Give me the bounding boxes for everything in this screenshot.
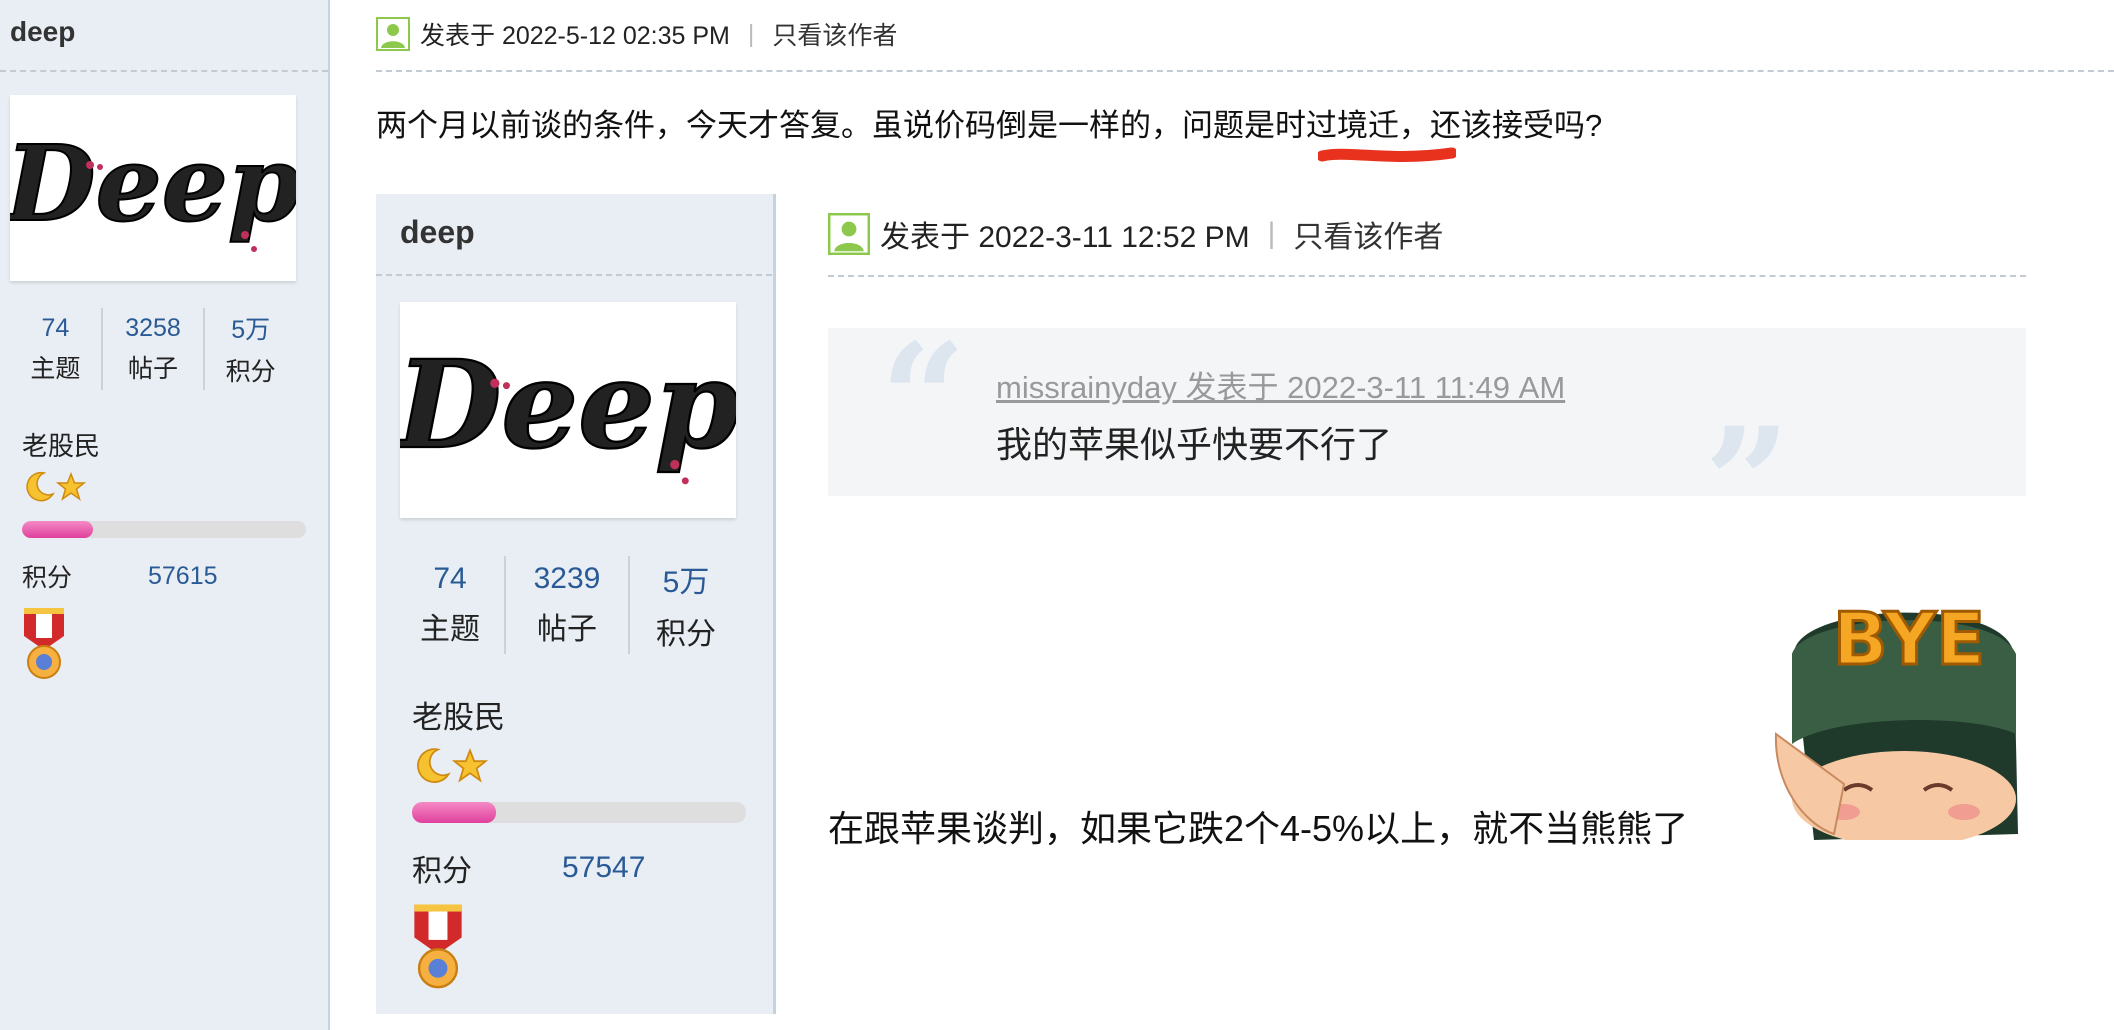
sidebar-divider	[0, 70, 328, 72]
embedded-only-author-link[interactable]: 只看该作者	[1293, 212, 1443, 256]
svg-text:Deep: Deep	[400, 335, 736, 476]
star-icon	[452, 748, 488, 783]
medal-icon[interactable]	[22, 606, 66, 682]
user-icon	[376, 17, 410, 51]
credit-row: 积分 57615	[22, 561, 218, 593]
embedded-stat-posts[interactable]: 3239 帖子	[506, 556, 630, 654]
author-username[interactable]: deep	[10, 16, 75, 48]
user-rank: 老股民	[22, 431, 101, 461]
embedded-rank-progress-bar	[412, 802, 746, 823]
highlighted-phrase: 时过境迁	[1275, 108, 1399, 143]
embedded-sidebar-divider	[376, 274, 772, 276]
quote-close-icon: ”	[1704, 395, 1791, 571]
rank-stars	[22, 470, 86, 504]
stat-threads[interactable]: 74 主题	[10, 308, 103, 390]
embedded-rank-stars	[412, 746, 488, 786]
rank-progress-bar	[22, 521, 306, 538]
rank-progress-fill	[22, 521, 93, 538]
embedded-user-rank: 老股民	[412, 700, 505, 735]
embedded-post-header-divider	[828, 275, 2026, 277]
moon-icon	[26, 471, 55, 502]
embedded-author-username[interactable]: deep	[400, 214, 475, 251]
user-icon	[828, 213, 870, 255]
header-pipe: |	[747, 19, 755, 48]
embedded-stat-threads[interactable]: 74 主题	[396, 556, 506, 654]
stat-posts[interactable]: 3258 帖子	[103, 308, 206, 390]
embedded-stat-credits[interactable]: 5万 积分	[630, 556, 742, 654]
embedded-header-pipe: |	[1267, 217, 1276, 250]
embedded-author-stats: 74 主题 3239 帖子 5万 积分	[396, 556, 742, 654]
author-sidebar: deep Deep 74 主题 3258 帖子 5万 积分 老股民 积分 576…	[0, 0, 330, 1030]
post-header: 发表于 2022-5-12 02:35 PM | 只看该作者	[376, 16, 897, 52]
stat-credits[interactable]: 5万 积分	[205, 308, 296, 390]
svg-text:BYE: BYE	[1833, 597, 1985, 681]
quote-open-icon: “	[880, 311, 967, 487]
bye-sticker-icon: BYE	[1774, 596, 2018, 840]
embedded-credit-row: 积分 57547	[412, 851, 646, 888]
embedded-post-timestamp: 发表于 2022-3-11 12:52 PM	[880, 221, 1250, 254]
avatar-image: Deep	[10, 121, 296, 252]
quote-block: “ ” missrainyday 发表于 2022-3-11 11:49 AM …	[828, 324, 2026, 558]
quote-source-link[interactable]: missrainyday 发表于 2022-3-11 11:49 AM	[996, 362, 1565, 407]
embedded-reply-text: 在跟苹果谈判，如果它跌2个4-5%以上，就不当熊熊了	[828, 808, 1689, 849]
embedded-avatar[interactable]: Deep	[400, 302, 736, 518]
embedded-avatar-image: Deep	[400, 334, 736, 485]
red-underline-annotation	[1318, 147, 1456, 162]
post-timestamp: 发表于 2022-5-12 02:35 PM	[420, 22, 730, 50]
post-header-divider	[376, 70, 2114, 72]
moon-icon	[417, 748, 451, 783]
author-stats: 74 主题 3258 帖子 5万 积分	[10, 308, 296, 390]
post-body: 两个月以前谈的条件，今天才答复。虽说价码倒是一样的，问题是时过境迁，还该接受吗?	[376, 108, 1603, 143]
star-icon	[56, 472, 86, 501]
avatar[interactable]: Deep	[10, 95, 296, 281]
embedded-rank-progress-fill	[412, 802, 496, 823]
embedded-author-sidebar: deep Deep 74 主题 3239 帖子 5万 积分 老股民 积分 575…	[376, 194, 776, 1014]
medal-icon[interactable]	[412, 902, 464, 992]
only-author-link[interactable]: 只看该作者	[772, 16, 897, 52]
quote-text: 我的苹果似乎快要不行了	[996, 424, 1393, 465]
embedded-post-header: 发表于 2022-3-11 12:52 PM | 只看该作者	[828, 212, 1443, 256]
svg-text:Deep: Deep	[10, 122, 296, 245]
